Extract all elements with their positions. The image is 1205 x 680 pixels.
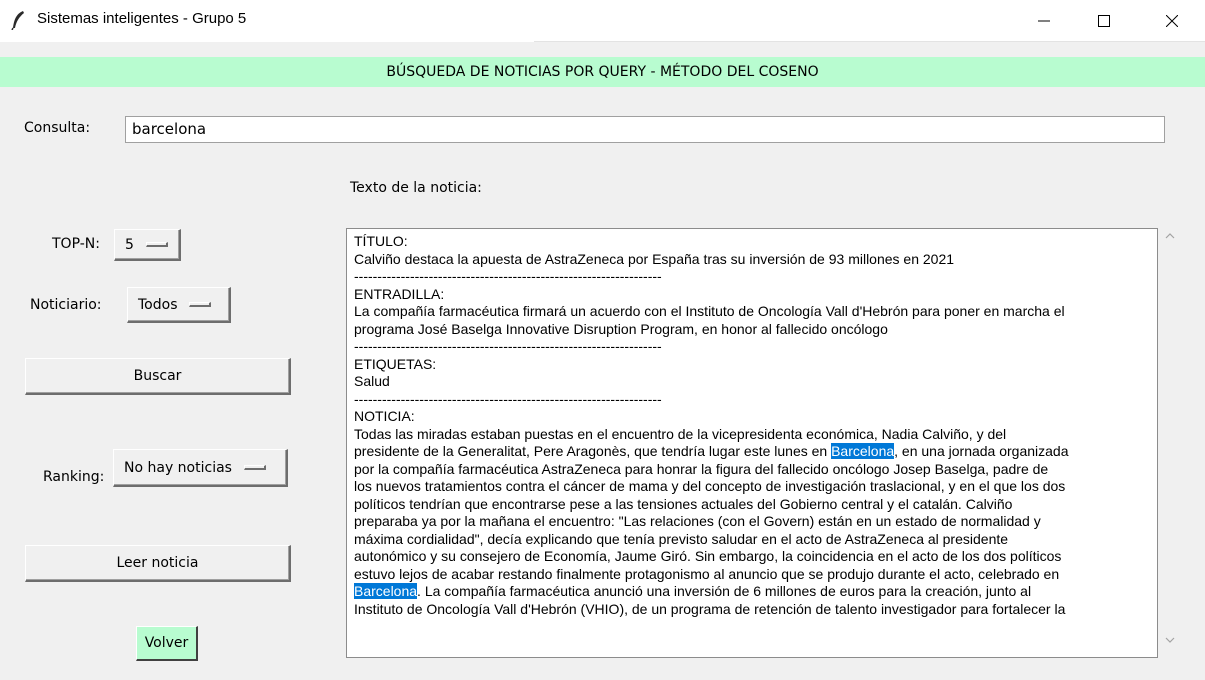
article-title: Calviño destaca la apuesta de AstraZenec… <box>354 250 955 267</box>
news-line: autonómico y su consejero de Economía, J… <box>354 548 1062 564</box>
search-highlight: Barcelona <box>354 583 418 599</box>
topn-select[interactable]: 5 <box>114 229 181 261</box>
scroll-up-button[interactable] <box>1159 232 1180 248</box>
minimize-icon <box>1038 20 1050 22</box>
news-line: por la compañía farmacéutica AstraZeneca… <box>354 460 1049 477</box>
tags-value: Salud <box>354 373 390 389</box>
search-button[interactable]: Buscar <box>25 358 291 395</box>
scroll-down-button[interactable] <box>1159 636 1180 652</box>
back-button-label: Volver <box>144 635 189 651</box>
article-textbox[interactable]: TÍTULO: Calviño destaca la apuesta de As… <box>346 228 1158 658</box>
read-article-button[interactable]: Leer noticia <box>25 545 291 582</box>
chevron-down-icon <box>1165 637 1174 643</box>
article-scrollbar[interactable] <box>1159 228 1180 658</box>
close-button[interactable] <box>1149 0 1195 42</box>
ranking-value: No hay noticias <box>124 459 232 476</box>
search-button-label: Buscar <box>133 368 182 384</box>
dropdown-indicator-icon <box>189 302 212 307</box>
read-article-button-label: Leer noticia <box>116 555 199 571</box>
dropdown-indicator-icon <box>145 242 168 247</box>
news-text: . La compañía farmacéutica anunció una i… <box>417 583 1032 599</box>
minimize-button[interactable] <box>1021 0 1067 42</box>
header-banner: BÚSQUEDA DE NOTICIAS POR QUERY - MÉTODO … <box>0 57 1205 87</box>
news-text: , en una jornada organizada <box>894 443 1069 459</box>
window-title: Sistemas inteligentes - Grupo 5 <box>37 10 247 27</box>
news-line: Barcelona. La compañía farmacéutica anun… <box>354 583 1157 601</box>
query-label: Consulta: <box>24 120 91 136</box>
source-select[interactable]: Todos <box>127 287 231 323</box>
news-line: preparaba ya por la mañana el encuentro:… <box>354 513 1041 529</box>
news-line: los nuevos tratamientos contra el cáncer… <box>354 478 1066 494</box>
close-icon <box>1166 15 1178 27</box>
banner-title: BÚSQUEDA DE NOTICIAS POR QUERY - MÉTODO … <box>386 64 819 80</box>
lead-header: ENTRADILLA: <box>354 285 445 302</box>
window-titlebar: Sistemas inteligentes - Grupo 5 <box>0 0 1205 42</box>
query-input[interactable]: barcelona <box>125 116 1165 143</box>
news-text: presidente de la Generalitat, Pere Arago… <box>354 443 832 459</box>
news-line: máxima cordialidad", decía explicando qu… <box>354 530 1009 547</box>
back-button[interactable]: Volver <box>136 626 198 661</box>
topn-value: 5 <box>125 236 134 253</box>
ranking-select[interactable]: No hay noticias <box>113 449 288 487</box>
news-line: presidente de la Generalitat, Pere Arago… <box>354 443 1157 461</box>
separator: ----------------------------------------… <box>354 390 662 407</box>
separator: ----------------------------------------… <box>354 338 662 354</box>
maximize-icon <box>1098 15 1110 27</box>
search-highlight: Barcelona <box>831 443 895 459</box>
dropdown-indicator-icon <box>243 465 266 470</box>
feather-icon <box>10 10 28 31</box>
ranking-label: Ranking: <box>43 469 105 485</box>
news-line: estuvo lejos de acabar restando finalmen… <box>354 565 1060 582</box>
titlebar-divider <box>534 41 1205 42</box>
source-value: Todos <box>138 296 178 313</box>
lead-line: programa José Baselga Innovative Disrupt… <box>354 320 888 337</box>
news-line: Instituto de Oncología Vall d'Hebrón (VH… <box>354 600 1066 617</box>
article-text-label: Texto de la noticia: <box>350 180 482 196</box>
maximize-button[interactable] <box>1081 0 1127 42</box>
source-label: Noticiario: <box>30 297 102 313</box>
news-line: Todas las miradas estaban puestas en el … <box>354 425 1007 442</box>
news-line: políticos tendrían que encontrarse pese … <box>354 495 1013 512</box>
query-input-value: barcelona <box>132 120 207 138</box>
lead-line: La compañía farmacéutica firmará un acue… <box>354 303 1065 319</box>
news-header: NOTICIA: <box>354 408 415 424</box>
tags-header: ETIQUETAS: <box>354 355 437 372</box>
topn-label: TOP-N: <box>52 236 100 252</box>
title-header: TÍTULO: <box>354 233 408 249</box>
separator: ----------------------------------------… <box>354 268 662 284</box>
chevron-up-icon <box>1165 233 1174 239</box>
